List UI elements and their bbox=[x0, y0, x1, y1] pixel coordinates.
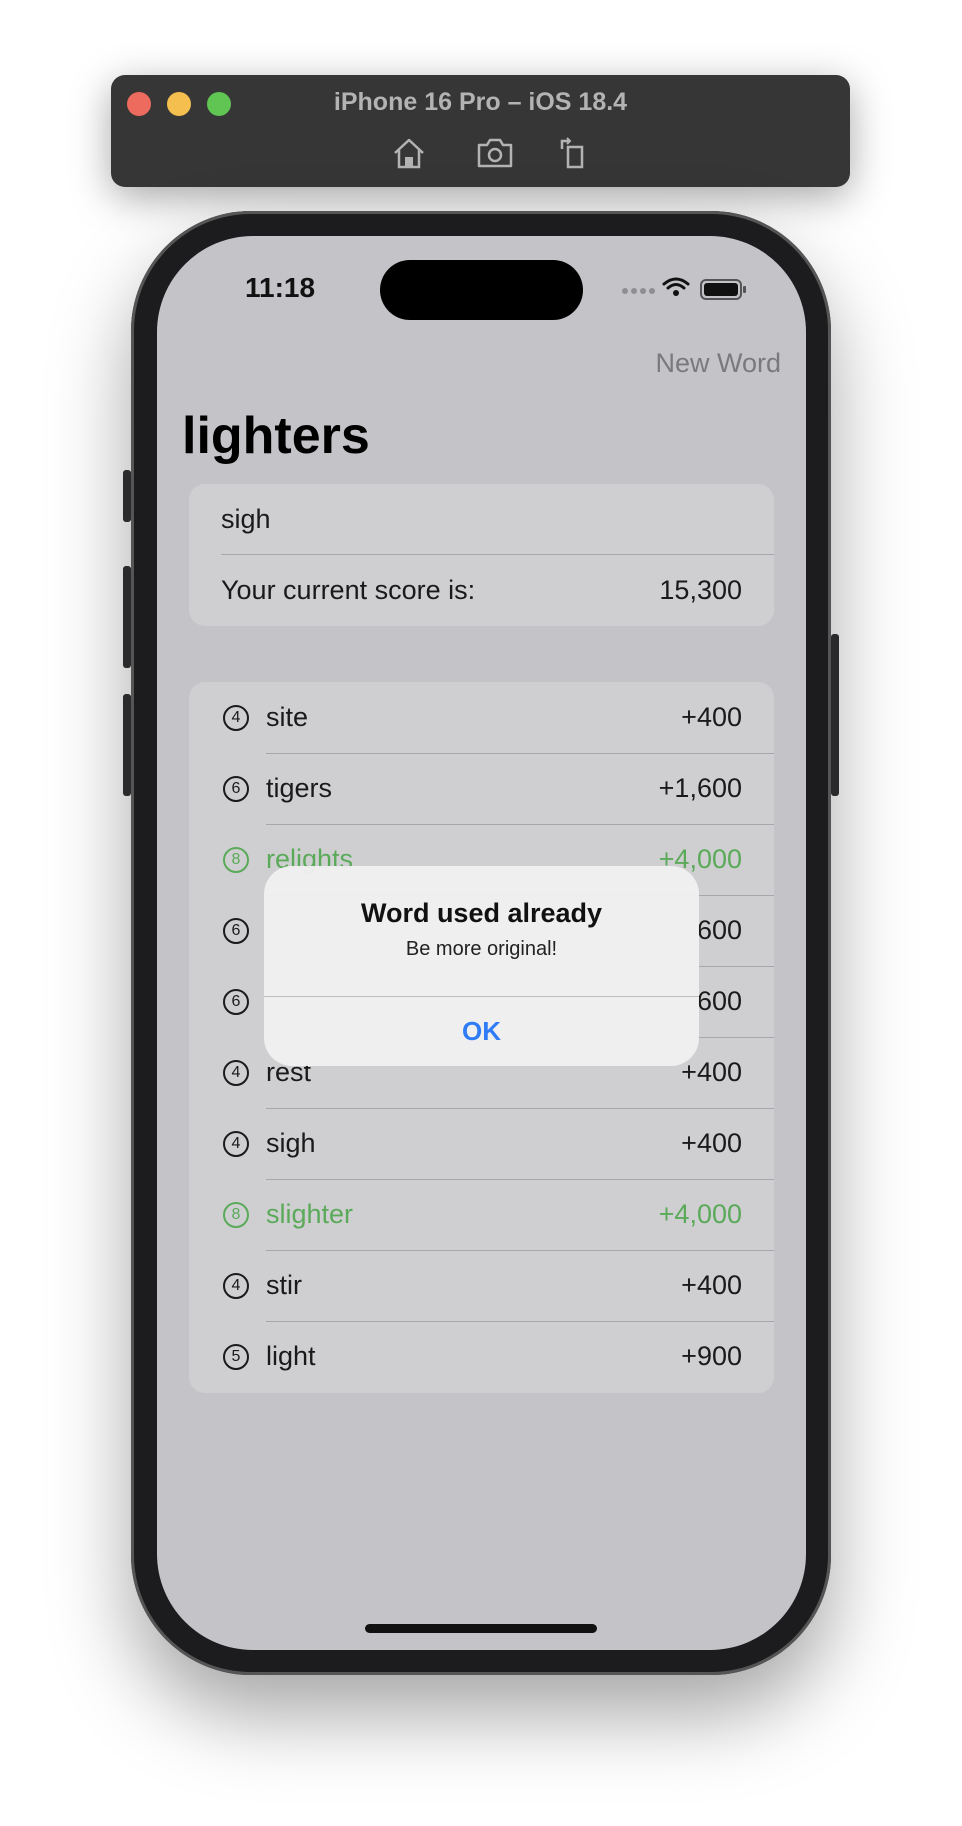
word-points: +900 bbox=[681, 1341, 742, 1371]
screenshot-icon[interactable] bbox=[475, 135, 515, 171]
page-title: lighters bbox=[182, 407, 370, 465]
score-row: Your current score is: 15,300 bbox=[189, 555, 774, 626]
word-points: 600 bbox=[696, 986, 742, 1016]
simulator-title: iPhone 16 Pro – iOS 18.4 bbox=[333, 88, 628, 116]
status-icons bbox=[621, 274, 751, 302]
list-item[interactable]: 6 tigers +1,600 bbox=[189, 753, 774, 824]
battery-icon bbox=[700, 279, 746, 300]
word-text: stir bbox=[266, 1270, 302, 1300]
length-circle-icon: 6 bbox=[223, 988, 249, 1015]
alert-title: Word used already bbox=[360, 898, 603, 928]
dynamic-island bbox=[380, 260, 583, 320]
ok-button[interactable]: OK bbox=[264, 997, 699, 1066]
word-text: sigh bbox=[266, 1128, 316, 1158]
wifi-dot bbox=[673, 290, 679, 296]
wifi-icon bbox=[662, 277, 690, 290]
word-points: 600 bbox=[696, 915, 742, 945]
length-circle-icon: 8 bbox=[223, 846, 249, 873]
list-item[interactable]: 4 stir +400 bbox=[189, 1250, 774, 1321]
length-circle-icon: 4 bbox=[223, 704, 249, 731]
volume-up-button[interactable] bbox=[123, 566, 131, 668]
word-text: site bbox=[266, 702, 309, 732]
list-item[interactable]: 4 site +400 bbox=[189, 682, 774, 753]
volume-down-button[interactable] bbox=[123, 694, 131, 796]
list-item[interactable]: 5 light +900 bbox=[189, 1321, 774, 1392]
length-circle-icon: 8 bbox=[223, 1201, 249, 1228]
list-item[interactable]: 4 sigh +400 bbox=[189, 1108, 774, 1179]
alert-dialog: Word used already Be more original! OK bbox=[264, 866, 699, 1066]
length-circle-icon: 4 bbox=[223, 1272, 249, 1299]
new-word-button[interactable]: New Word bbox=[655, 348, 781, 379]
home-indicator[interactable] bbox=[365, 1624, 597, 1633]
home-icon[interactable] bbox=[389, 135, 429, 171]
status-time: 11:18 bbox=[245, 272, 316, 303]
length-circle-icon: 6 bbox=[223, 775, 249, 802]
length-circle-icon: 4 bbox=[223, 1130, 249, 1157]
entry-section: sigh Your current score is: 15,300 bbox=[189, 484, 774, 626]
power-button[interactable] bbox=[831, 634, 839, 796]
word-points: +400 bbox=[681, 1270, 742, 1300]
word-text: slighter bbox=[266, 1199, 354, 1229]
word-input-row[interactable]: sigh bbox=[189, 484, 774, 555]
length-circle-icon: 5 bbox=[223, 1343, 249, 1370]
cellular-icon bbox=[622, 288, 655, 294]
length-circle-icon: 4 bbox=[223, 1059, 249, 1086]
word-points: +4,000 bbox=[658, 1199, 742, 1229]
length-circle-icon: 6 bbox=[223, 917, 249, 944]
word-text: tigers bbox=[266, 773, 333, 803]
score-label: Your current score is: bbox=[221, 575, 476, 605]
word-points: +1,600 bbox=[658, 773, 742, 803]
word-points: +400 bbox=[681, 702, 742, 732]
word-input[interactable]: sigh bbox=[221, 504, 271, 535]
phone-screen: 11:18 New Word lighters sigh Your curren… bbox=[157, 236, 806, 1650]
word-points: +400 bbox=[681, 1128, 742, 1158]
list-item[interactable]: 8 slighter +4,000 bbox=[189, 1179, 774, 1250]
simulator-toolbar: iPhone 16 Pro – iOS 18.4 bbox=[111, 75, 850, 187]
action-button[interactable] bbox=[123, 470, 131, 522]
word-text: light bbox=[266, 1341, 316, 1371]
alert-message: Be more original! bbox=[405, 938, 558, 960]
score-value: 15,300 bbox=[659, 575, 742, 605]
rotate-icon[interactable] bbox=[554, 135, 594, 171]
